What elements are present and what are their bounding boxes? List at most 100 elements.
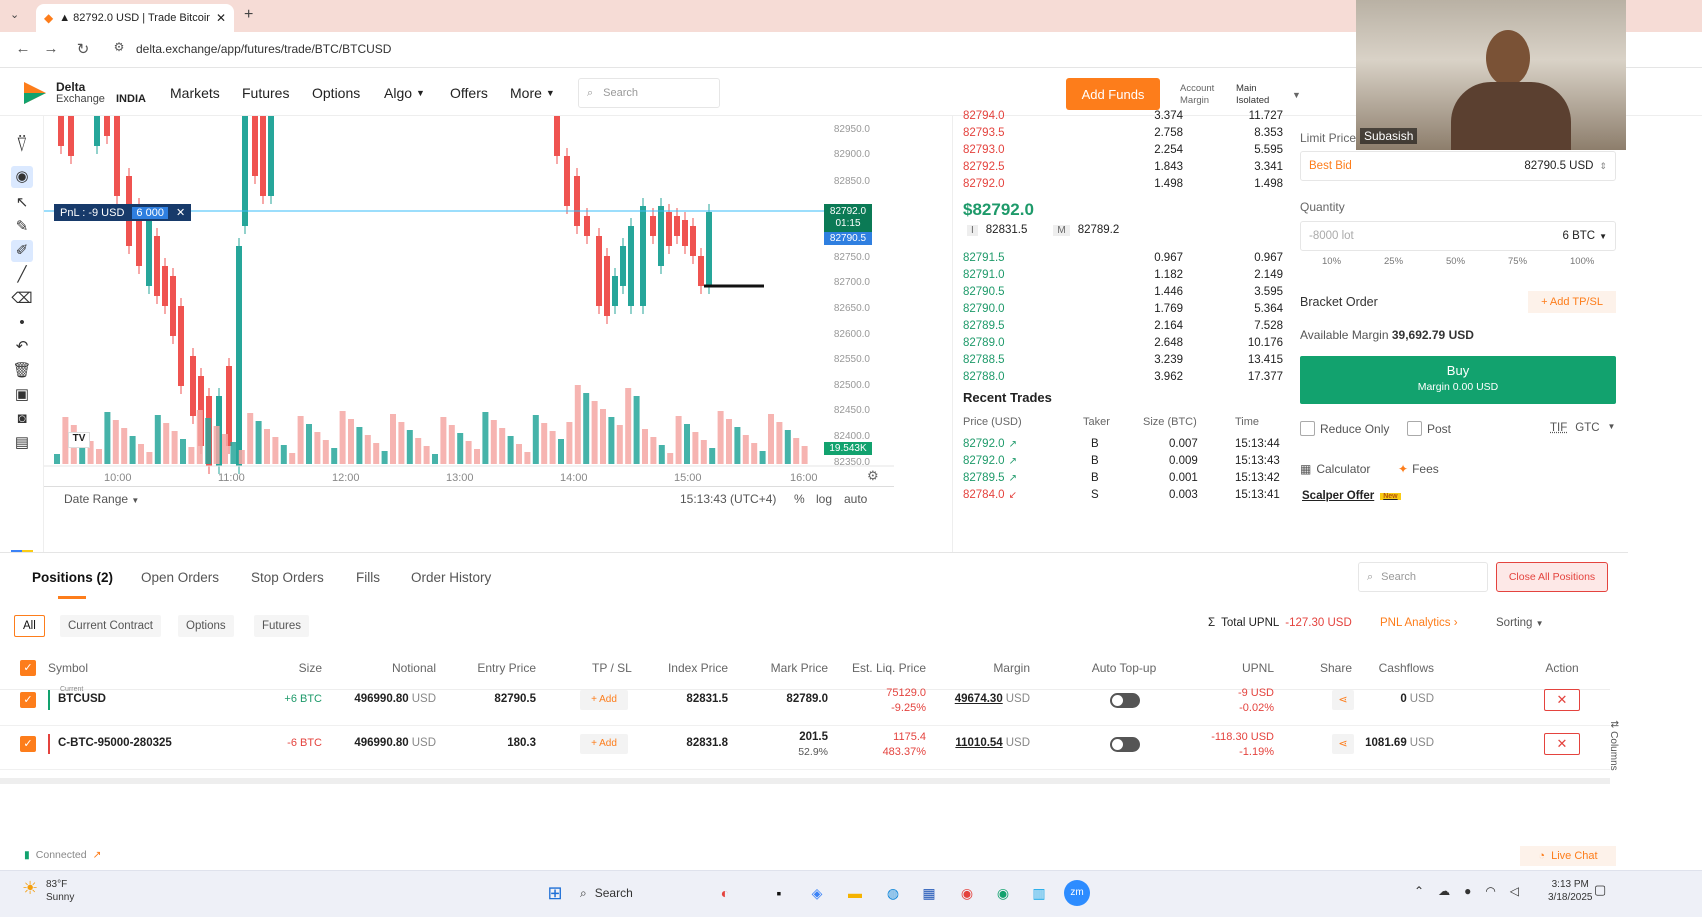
positions-search-input[interactable]: ⌕ Search [1358, 562, 1488, 592]
log-scale-toggle[interactable]: log [816, 492, 832, 506]
tab-list-icon[interactable]: ⌄ [10, 8, 19, 21]
tab-close-icon[interactable]: ✕ [216, 11, 226, 25]
copilot-icon[interactable]: ◈ [804, 880, 830, 906]
chrome-profile-icon[interactable]: ◉ [990, 880, 1016, 906]
camera-icon[interactable]: ◙ [11, 408, 33, 430]
filter-chip[interactable]: All [14, 615, 45, 637]
url-field[interactable]: delta.exchange/app/futures/trade/BTC/BTC… [136, 42, 391, 56]
quantity-pct-option[interactable]: 75% [1508, 256, 1527, 267]
price-chart[interactable]: PnL : -9 USD 6 000 ✕ 82950.0 82900.0 82850… [44, 116, 950, 552]
close-icon[interactable]: ✕ [176, 206, 185, 219]
bid-row[interactable]: 82790.5 1.446 3.595 [963, 286, 1283, 304]
bid-row[interactable]: 82789.5 2.164 7.528 [963, 320, 1283, 338]
limit-price-input[interactable]: Best Bid 82790.5 USD ⇕ [1300, 151, 1616, 181]
filter-chip[interactable]: Current Contract [60, 615, 162, 637]
mic-icon[interactable]: ● [1464, 884, 1471, 898]
tif-selector[interactable]: TIF GTC ▼ [1550, 422, 1615, 434]
cloud-icon[interactable]: ☁ [1438, 884, 1450, 898]
back-icon[interactable]: ← [12, 40, 34, 57]
browser-tab[interactable]: ◆ ▲ 82792.0 USD | Trade Bitcoin ✕ [36, 4, 234, 32]
edge-icon[interactable]: ◍ [880, 880, 906, 906]
ask-row[interactable]: 82792.0 1.498 1.498 [963, 178, 1283, 196]
settings-icon[interactable]: ⚙ [867, 468, 879, 484]
ask-row[interactable]: 82793.0 2.254 5.595 [963, 144, 1283, 162]
nav-markets[interactable]: Markets [170, 85, 220, 101]
auto-topup-toggle[interactable] [1110, 693, 1140, 708]
nav-algo[interactable]: Algo ▼ [384, 85, 425, 101]
filter-chip[interactable]: Options [178, 615, 234, 637]
add-funds-button[interactable]: Add Funds [1066, 78, 1160, 110]
volume-icon[interactable]: ◁ [1510, 884, 1519, 898]
weather-widget[interactable]: 83°F Sunny [46, 878, 74, 904]
new-tab-icon[interactable]: + [244, 6, 253, 24]
bid-row[interactable]: 82788.5 3.239 13.415 [963, 354, 1283, 372]
reduce-only-checkbox[interactable]: Reduce Only [1300, 421, 1389, 436]
nav-options[interactable]: Options [312, 85, 360, 101]
scalper-offer-link[interactable]: Scalper Offer New [1302, 490, 1401, 502]
tpsl-add-button[interactable]: + Add [580, 690, 628, 710]
ask-row[interactable]: 82792.5 1.843 3.341 [963, 161, 1283, 179]
close-all-positions-button[interactable]: Close All Positions [1496, 562, 1608, 592]
pen-icon[interactable]: ✎ [11, 216, 33, 238]
pnl-analytics-link[interactable]: PNL Analytics › [1380, 617, 1458, 629]
column-header[interactable]: Action [1522, 661, 1602, 675]
columns-toggle[interactable]: ⇅ Columns [1608, 720, 1619, 771]
notepad-icon[interactable]: ▥ [1026, 880, 1052, 906]
header-search-input[interactable]: ⌕ Search [578, 78, 720, 108]
eraser-icon[interactable]: ⌫ [11, 288, 33, 310]
bid-row[interactable]: 82788.0 3.962 17.377 [963, 371, 1283, 389]
column-header[interactable]: Share [1296, 661, 1376, 675]
column-header[interactable]: Symbol [48, 661, 88, 675]
row-symbol[interactable]: BTCUSD [58, 693, 106, 705]
column-header[interactable]: Cashflows [1379, 661, 1434, 675]
row-checkbox[interactable]: ✓ [20, 692, 36, 708]
reload-icon[interactable]: ↻ [72, 40, 94, 58]
highlighter-icon[interactable]: ✐ [11, 240, 33, 262]
share-icon[interactable]: ⋖ [1332, 734, 1354, 754]
eye-icon[interactable]: ◉ [11, 166, 33, 188]
site-info-icon[interactable]: ⚙ [108, 40, 130, 54]
tray-chevron-icon[interactable]: ⌃ [1414, 884, 1424, 898]
auto-scale-toggle[interactable]: auto [844, 492, 867, 506]
horizontal-scrollbar[interactable] [0, 778, 1610, 784]
date-range-button[interactable]: Date Range ▼ [64, 492, 139, 506]
row-checkbox[interactable]: ✓ [20, 736, 36, 752]
nav-offers[interactable]: Offers [450, 85, 488, 101]
line-icon[interactable]: ╱ [11, 264, 33, 286]
auto-topup-toggle[interactable] [1110, 737, 1140, 752]
tpsl-add-button[interactable]: + Add [580, 734, 628, 754]
trash-icon[interactable]: 🗑 [11, 360, 33, 382]
wifi-icon[interactable]: ◠ [1485, 884, 1495, 898]
quantity-pct-option[interactable]: 10% [1322, 256, 1341, 267]
column-header[interactable]: UPNL [1242, 661, 1274, 675]
bid-row[interactable]: 82789.0 2.648 10.176 [963, 337, 1283, 355]
delta-logo-icon[interactable] [22, 80, 48, 106]
store-icon[interactable]: ▦ [916, 880, 942, 906]
quantity-pct-option[interactable]: 100% [1570, 256, 1594, 267]
column-header[interactable]: Est. Liq. Price [852, 661, 926, 675]
notification-icon[interactable]: ▢ [1594, 882, 1606, 898]
column-header[interactable]: Margin [993, 661, 1030, 675]
positions-tab[interactable]: Fills [356, 570, 380, 585]
taskbar-search[interactable]: ⌕ Search [580, 881, 700, 905]
column-header[interactable]: TP / SL [592, 661, 632, 675]
column-header[interactable]: Entry Price [477, 661, 536, 675]
close-position-button[interactable]: ✕ [1544, 733, 1580, 755]
add-tpsl-button[interactable]: + Add TP/SL [1528, 291, 1616, 313]
sorting-dropdown[interactable]: Sorting ▼ [1496, 617, 1544, 629]
column-header[interactable]: Index Price [668, 661, 728, 675]
positions-tab[interactable]: Order History [411, 570, 491, 585]
bid-row[interactable]: 82791.5 0.967 0.967 [963, 252, 1283, 270]
windows-start-icon[interactable]: ⊞ [542, 880, 568, 906]
positions-tab[interactable]: Positions (2) [32, 570, 113, 585]
percent-scale-toggle[interactable]: % [794, 492, 805, 506]
system-tray[interactable]: ⌃ ☁ ● ◠ ◁ [1414, 884, 1519, 898]
stepper-icon[interactable]: ⇕ [1599, 161, 1607, 172]
quantity-pct-option[interactable]: 25% [1384, 256, 1403, 267]
row-symbol[interactable]: C-BTC-95000-280325 [58, 737, 172, 749]
quantity-input[interactable]: -8000 lot 6 BTC ▼ [1300, 221, 1616, 251]
forward-icon[interactable]: → [40, 40, 62, 57]
buy-button[interactable]: Buy Margin 0.00 USD [1300, 356, 1616, 404]
live-chat-button[interactable]: ◔ Live Chat [1520, 846, 1616, 866]
taskbar-clock[interactable]: 3:13 PM 3/18/2025 [1548, 878, 1593, 904]
